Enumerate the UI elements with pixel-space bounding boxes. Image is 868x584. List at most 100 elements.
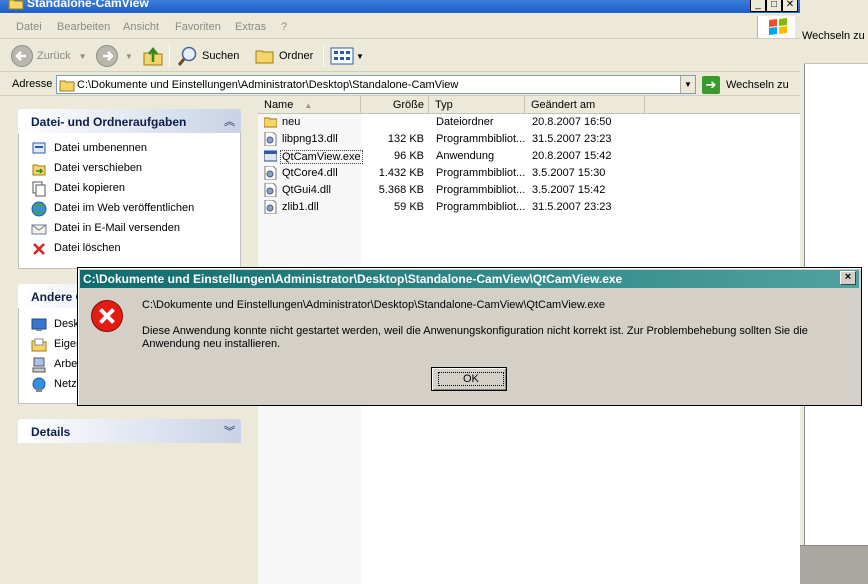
dll-icon: [264, 200, 277, 214]
task-label: Datei umbenennen: [54, 142, 147, 154]
folder-icon: [8, 0, 24, 10]
folders-button[interactable]: Ordner: [254, 43, 313, 69]
go-arrow-icon: ➔: [702, 76, 720, 94]
place-label: Desk: [54, 318, 80, 330]
file-size: 59 KB: [394, 201, 424, 213]
sort-ascending-icon: ▲: [304, 101, 313, 110]
close-button[interactable]: ✕: [782, 0, 798, 12]
copy-icon: [32, 181, 46, 197]
ok-label: OK: [438, 372, 504, 386]
file-size: 1.432 KB: [378, 167, 424, 179]
dialog-path: C:\Dokumente und Einstellungen\Administr…: [142, 299, 606, 311]
ok-button[interactable]: OK: [431, 367, 507, 391]
back-label: Zurück: [37, 50, 71, 62]
desktop-icon: [31, 318, 47, 331]
windows-flag-icon: [769, 18, 787, 35]
task-label: Datei im Web veröffentlichen: [54, 202, 195, 214]
dialog-close-button[interactable]: ×: [840, 271, 856, 285]
go-button[interactable]: ➔ Wechseln zu: [702, 76, 789, 94]
column-name[interactable]: Name ▲: [258, 96, 361, 114]
details-header[interactable]: Details ︾: [18, 419, 241, 443]
column-headers: Name ▲ Größe Typ Geändert am: [258, 96, 800, 114]
menu-view[interactable]: Ansicht: [123, 21, 159, 33]
menu-file[interactable]: Datei: [16, 21, 42, 33]
menu-edit[interactable]: Bearbeiten: [57, 21, 110, 33]
menu-favorites[interactable]: Favoriten: [175, 21, 221, 33]
file-size: 132 KB: [387, 133, 424, 145]
file-row[interactable]: zlib1.dll 59 KB Programmbibliot... 31.5.…: [258, 199, 800, 216]
address-label: Adresse: [12, 78, 53, 90]
column-type[interactable]: Typ: [429, 96, 525, 114]
folders-icon: [255, 50, 274, 64]
file-tasks-panel: Datei- und Ordneraufgaben ︽ Datei umbene…: [18, 109, 241, 269]
dll-icon: [264, 183, 277, 197]
task-web-publish[interactable]: Datei im Web veröffentlichen: [19, 199, 240, 219]
column-size[interactable]: Größe: [361, 96, 429, 114]
file-name: QtGui4.dll: [282, 184, 331, 196]
file-modified: 20.8.2007 16:50: [532, 116, 612, 128]
collapse-chevron-icon[interactable]: ︽: [224, 113, 235, 129]
views-dropdown-icon[interactable]: ▼: [356, 52, 364, 61]
task-copy[interactable]: Datei kopieren: [19, 179, 240, 199]
column-name-label: Name: [264, 99, 294, 111]
search-label: Suchen: [202, 50, 240, 62]
file-name: zlib1.dll: [282, 201, 319, 213]
forward-dropdown-icon[interactable]: ▼: [125, 52, 133, 61]
file-tasks-title: Datei- und Ordneraufgaben: [31, 115, 187, 129]
file-type: Programmbibliot...: [436, 167, 526, 179]
my-computer-icon: [32, 357, 46, 373]
back-button[interactable]: Zurück ▼: [10, 43, 87, 69]
file-row[interactable]: QtGui4.dll 5.368 KB Programmbibliot... 3…: [258, 182, 800, 199]
dialog-message: Diese Anwendung konnte nicht gestartet w…: [142, 325, 808, 350]
dialog-title-bar[interactable]: C:\Dokumente und Einstellungen\Administr…: [80, 270, 859, 288]
file-name: QtCamView.exe: [280, 150, 363, 164]
dialog-title: C:\Dokumente und Einstellungen\Administr…: [83, 272, 623, 286]
web-publish-icon: [31, 201, 47, 217]
file-row[interactable]: QtCore4.dll 1.432 KB Programmbibliot... …: [258, 165, 800, 182]
file-modified: 3.5.2007 15:30: [532, 167, 606, 179]
views-button[interactable]: ▼: [330, 43, 364, 69]
back-dropdown-icon[interactable]: ▼: [79, 52, 87, 61]
maximize-button[interactable]: □: [766, 0, 782, 12]
exe-icon: [264, 150, 277, 162]
address-field[interactable]: C:\Dokumente und Einstellungen\Administr…: [56, 75, 696, 94]
expand-chevron-icon[interactable]: ︾: [224, 423, 235, 439]
task-label: Datei in E-Mail versenden: [54, 222, 180, 234]
up-folder-button[interactable]: [142, 43, 164, 69]
menu-help[interactable]: ?: [281, 21, 287, 33]
address-path: C:\Dokumente und Einstellungen\Administr…: [77, 79, 459, 91]
dll-icon: [264, 132, 277, 146]
file-row-selected[interactable]: QtCamView.exe 96 KB Anwendung 20.8.2007 …: [258, 148, 800, 165]
column-modified[interactable]: Geändert am: [525, 96, 645, 114]
menu-tools[interactable]: Extras: [235, 21, 266, 33]
task-move[interactable]: Datei verschieben: [19, 159, 240, 179]
background-go-label: Wechseln zu: [802, 30, 865, 42]
back-arrow-icon: [11, 45, 33, 67]
place-label: Arbe: [54, 358, 78, 370]
file-type: Dateiordner: [436, 116, 494, 128]
menu-bar: Datei Bearbeiten Ansicht Favoriten Extra…: [0, 15, 800, 39]
file-type: Programmbibliot...: [436, 201, 526, 213]
my-documents-icon: [31, 338, 47, 352]
file-modified: 31.5.2007 23:23: [532, 133, 612, 145]
delete-icon: [33, 243, 45, 255]
file-tasks-header[interactable]: Datei- und Ordneraufgaben ︽: [18, 109, 241, 133]
file-modified: 3.5.2007 15:42: [532, 184, 606, 196]
error-icon: [91, 300, 123, 332]
folder-icon: [264, 117, 277, 128]
rename-icon: [32, 142, 46, 154]
task-rename[interactable]: Datei umbenennen: [19, 139, 240, 159]
file-row[interactable]: neu Dateiordner 20.8.2007 16:50: [258, 114, 800, 131]
file-size: 5.368 KB: [378, 184, 424, 196]
task-label: Datei löschen: [54, 242, 121, 254]
title-bar[interactable]: Standalone-CamView _ □ ✕: [0, 0, 800, 13]
task-delete[interactable]: Datei löschen: [19, 239, 240, 259]
search-button[interactable]: Suchen: [177, 43, 239, 69]
search-icon: [177, 46, 197, 66]
minimize-button[interactable]: _: [750, 0, 766, 12]
address-dropdown-button[interactable]: ▼: [680, 76, 695, 93]
task-email[interactable]: Datei in E-Mail versenden: [19, 219, 240, 239]
file-row[interactable]: libpng13.dll 132 KB Programmbibliot... 3…: [258, 131, 800, 148]
forward-button[interactable]: ▼: [95, 43, 133, 69]
email-icon: [31, 224, 47, 235]
